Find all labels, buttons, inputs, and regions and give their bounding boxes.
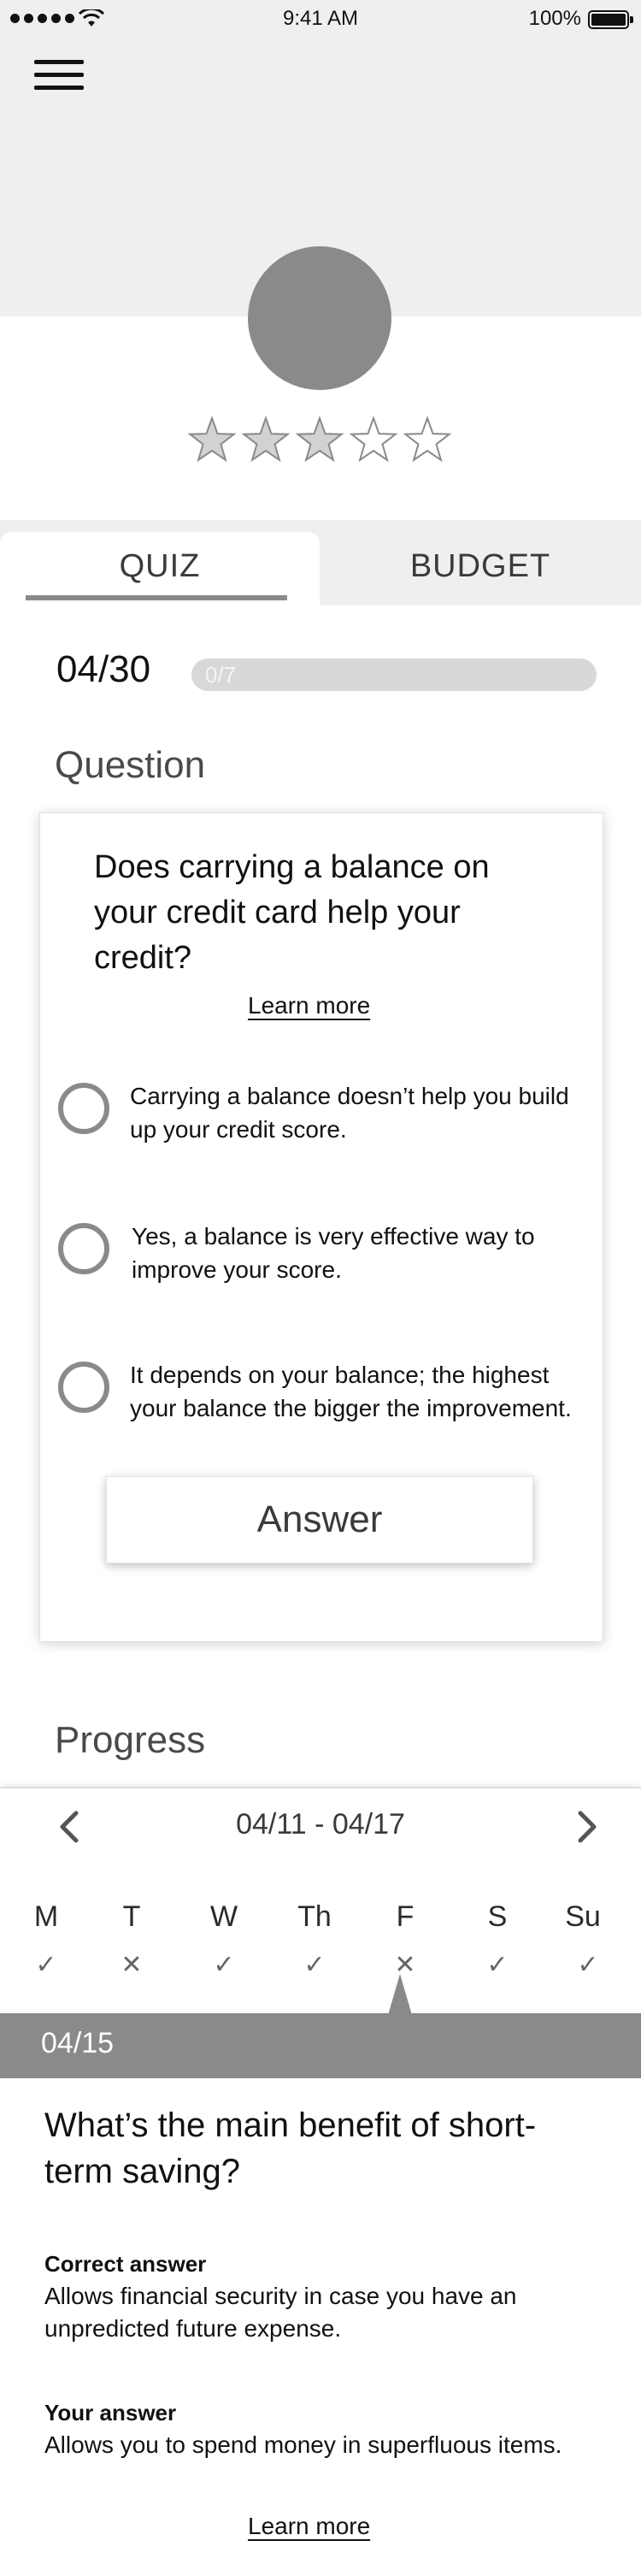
answer-button[interactable]: Answer (106, 1476, 533, 1563)
quiz-progress-text: 0/7 (205, 662, 237, 688)
day-sat-label[interactable]: S (472, 1900, 523, 1934)
quiz-date: 04/30 (56, 648, 151, 690)
active-tab-indicator (26, 595, 287, 600)
star-empty-icon (349, 416, 398, 463)
detail-question: What’s the main benefit of short-term sa… (44, 2106, 537, 2190)
question-text: Does carrying a balance on your credit c… (94, 849, 490, 976)
check-icon: ✓ (213, 1951, 235, 1979)
day-tue-label[interactable]: T (106, 1900, 157, 1934)
check-icon: ✓ (35, 1951, 57, 1979)
correct-answer-text: Allows financial security in case you ha… (44, 2283, 517, 2342)
cross-icon: ✕ (121, 1951, 143, 1979)
option-1-radio[interactable] (58, 1083, 109, 1134)
star-empty-icon (403, 416, 452, 463)
detail-date: 04/15 (41, 2027, 115, 2059)
tab-budget[interactable]: BUDGET (320, 532, 641, 606)
week-range: 04/11 - 04/17 (236, 1808, 405, 1840)
option-3-text[interactable]: It depends on your balance; the highest … (130, 1358, 583, 1425)
option-2-radio[interactable] (58, 1223, 109, 1274)
status-bar: 9:41 AM 100% (0, 0, 641, 38)
selected-day-pointer (388, 1974, 412, 2015)
star-filled-icon (241, 416, 291, 463)
avatar (248, 246, 391, 390)
day-mon-label[interactable]: M (21, 1900, 72, 1934)
day-wed-label[interactable]: W (198, 1900, 250, 1934)
correct-answer-label: Correct answer (44, 2251, 207, 2277)
your-answer-text: Allows you to spend money in superfluous… (44, 2431, 562, 2458)
quiz-progress-bar (191, 659, 597, 691)
battery-percentage: 100% (528, 7, 581, 30)
tab-budget-label: BUDGET (409, 548, 551, 584)
battery-icon (588, 10, 629, 29)
star-filled-icon (188, 416, 237, 463)
check-icon: ✓ (303, 1951, 326, 1979)
tab-quiz-label: QUIZ (119, 548, 201, 584)
check-icon: ✓ (486, 1951, 509, 1979)
hamburger-menu-icon[interactable] (34, 55, 84, 94)
learn-more-link[interactable]: Learn more (248, 992, 370, 1019)
day-sun-label[interactable]: Su (557, 1900, 609, 1934)
question-section-title: Question (55, 744, 206, 786)
detail-learn-more-link[interactable]: Learn more (248, 2513, 370, 2540)
option-2-text[interactable]: Yes, a balance is very effective way to … (132, 1220, 593, 1286)
day-fri-label[interactable]: F (379, 1900, 431, 1934)
your-answer-label: Your answer (44, 2400, 177, 2425)
option-1-text[interactable]: Carrying a balance doesn’t help you buil… (130, 1079, 591, 1146)
day-thu-label[interactable]: Th (289, 1900, 340, 1934)
chevron-right-icon[interactable] (569, 1810, 603, 1844)
progress-section-title: Progress (55, 1719, 206, 1761)
star-rating (188, 416, 452, 463)
check-icon: ✓ (577, 1951, 599, 1979)
option-3-radio[interactable] (58, 1362, 109, 1413)
star-filled-icon (295, 416, 344, 463)
